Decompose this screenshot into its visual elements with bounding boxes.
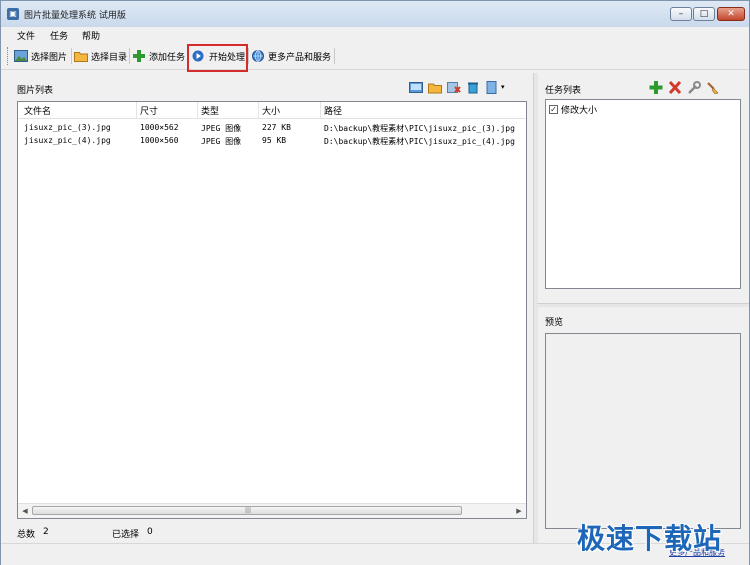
add-task-label: 添加任务 (149, 52, 186, 63)
selected-label: 已选择 (112, 530, 140, 540)
toolbar-separator (248, 48, 249, 64)
cell-filename: jisuxz_pic_(3).jpg (24, 123, 111, 132)
globe-icon (252, 50, 264, 62)
cell-size: 95 KB (262, 136, 287, 145)
task-list-panel: 任务列表 ✓ 修改大小 (537, 73, 749, 301)
toolbar-separator (334, 48, 335, 64)
image-list[interactable]: 文件名 尺寸 类型 大小 路径 jisuxz_pic_(3).jpg 1000×… (17, 101, 527, 519)
watermark-logo: 极速下载站 (577, 522, 723, 555)
remove-image-icon[interactable] (447, 81, 461, 94)
close-button[interactable]: ✕ (717, 7, 745, 21)
column-divider[interactable] (136, 102, 137, 118)
preview-panel: 预览 (537, 307, 749, 543)
total-label: 总数 (17, 530, 36, 540)
column-header-filename[interactable]: 文件名 (24, 104, 51, 117)
task-list-title: 任务列表 (545, 86, 582, 96)
status-bar: 总数 2 已选择 0 (1, 527, 531, 541)
cell-dimensions: 1000×562 (140, 123, 179, 132)
toolbar-separator (71, 48, 72, 64)
toolbar: 选择图片 选择目录 添加任务 开始处理 更多产品和服务 (1, 43, 749, 70)
trash-icon[interactable] (466, 81, 480, 94)
cell-type: JPEG 图像 (201, 124, 242, 133)
document-icon[interactable] (485, 81, 499, 94)
minimize-button[interactable]: – (670, 7, 692, 21)
cell-path: D:\backup\教程素材\PIC\jisuxz_pic_(3).jpg (324, 124, 515, 133)
menu-bar: 文件 任务 帮助 (1, 27, 749, 43)
folder-icon[interactable] (428, 81, 442, 94)
select-folder-button[interactable]: 选择目录 (74, 45, 127, 67)
menu-file[interactable]: 文件 (17, 29, 35, 42)
cell-dimensions: 1000×560 (140, 136, 179, 145)
image-icon (14, 50, 28, 62)
more-products-label: 更多产品和服务 (268, 52, 332, 63)
image-list-title: 图片列表 (17, 86, 54, 96)
cell-type: JPEG 图像 (201, 137, 242, 146)
menu-help[interactable]: 帮助 (82, 29, 100, 42)
select-images-label: 选择图片 (31, 52, 68, 63)
plus-icon[interactable] (649, 81, 663, 94)
preview-area (545, 333, 741, 529)
delete-icon[interactable] (668, 81, 682, 94)
scroll-left-icon[interactable]: ◀ (20, 506, 30, 516)
toolbar-separator (129, 48, 130, 64)
chevron-down-icon[interactable]: ▾ (501, 83, 515, 96)
window-title: 图片批量处理系统 试用版 (24, 11, 126, 21)
app-window: ▣ 图片批量处理系统 试用版 – □ ✕ 文件 任务 帮助 选择图片 选择目录 … (0, 0, 750, 565)
task-checkbox[interactable]: ✓ (549, 105, 558, 114)
scroll-right-icon[interactable]: ▶ (514, 506, 524, 516)
grip-icon: ||| (245, 507, 252, 514)
title-bar[interactable]: ▣ 图片批量处理系统 试用版 – □ ✕ (1, 1, 749, 27)
cell-size: 227 KB (262, 123, 291, 132)
total-count: 2 (43, 527, 49, 537)
task-item-label: 修改大小 (561, 106, 598, 116)
menu-task[interactable]: 任务 (50, 29, 68, 42)
table-row[interactable]: jisuxz_pic_(4).jpg 1000×560 JPEG 图像 95 K… (18, 136, 526, 148)
column-divider[interactable] (197, 102, 198, 118)
wrench-icon[interactable] (687, 81, 701, 94)
folder-icon (74, 52, 88, 62)
view-thumbnails-icon[interactable] (409, 81, 423, 94)
more-products-button[interactable]: 更多产品和服务 (251, 45, 331, 67)
maximize-button[interactable]: □ (693, 7, 715, 21)
cell-filename: jisuxz_pic_(4).jpg (24, 136, 111, 145)
column-header-size[interactable]: 大小 (262, 104, 280, 117)
horizontal-scrollbar[interactable]: ◀ ||| ▶ (18, 503, 526, 518)
selected-count: 0 (147, 527, 153, 537)
start-processing-highlight (187, 44, 248, 72)
image-list-panel: 图片列表 ▾ 文件名 尺寸 类型 大小 路径 jisuxz_pic_(3).jp… (9, 77, 531, 541)
column-header-type[interactable]: 类型 (201, 104, 219, 117)
select-images-button[interactable]: 选择图片 (14, 45, 67, 67)
add-task-button[interactable]: 添加任务 (132, 45, 185, 67)
preview-title: 预览 (545, 318, 564, 328)
task-list[interactable]: ✓ 修改大小 (545, 99, 741, 289)
table-row[interactable]: jisuxz_pic_(3).jpg 1000×562 JPEG 图像 227 … (18, 123, 526, 135)
toolbar-grip[interactable] (7, 47, 10, 65)
select-folder-label: 选择目录 (91, 52, 128, 63)
column-divider[interactable] (258, 102, 259, 118)
list-header: 文件名 尺寸 类型 大小 路径 (18, 102, 526, 119)
column-header-path[interactable]: 路径 (324, 104, 342, 117)
plus-icon (133, 50, 145, 62)
broom-icon[interactable] (705, 81, 719, 94)
task-item[interactable]: ✓ 修改大小 (549, 103, 597, 116)
scrollbar-thumb[interactable]: ||| (32, 506, 462, 515)
column-divider[interactable] (320, 102, 321, 118)
column-header-dimensions[interactable]: 尺寸 (140, 104, 158, 117)
app-logo-icon: ▣ (7, 8, 19, 20)
cell-path: D:\backup\教程素材\PIC\jisuxz_pic_(4).jpg (324, 137, 515, 146)
